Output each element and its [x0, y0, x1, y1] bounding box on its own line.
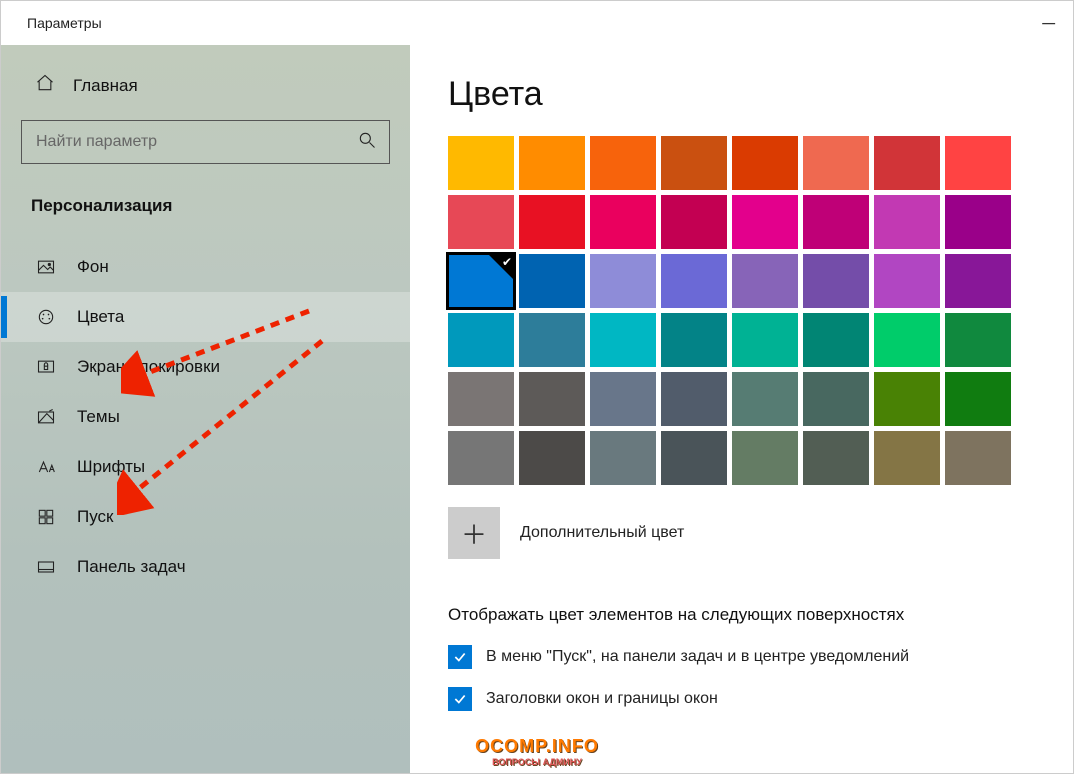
sidebar-item-taskbar[interactable]: Панель задач: [1, 542, 410, 592]
color-swatch[interactable]: [448, 313, 514, 367]
color-swatch[interactable]: [874, 195, 940, 249]
lockscreen-icon: [35, 356, 57, 378]
color-swatch[interactable]: [874, 372, 940, 426]
color-swatch[interactable]: [945, 313, 1011, 367]
color-swatch[interactable]: [803, 254, 869, 308]
home-link[interactable]: Главная: [1, 67, 410, 120]
color-swatch[interactable]: [661, 136, 727, 190]
surface-option-label: В меню "Пуск", на панели задач и в центр…: [486, 648, 909, 666]
search-icon: [357, 130, 377, 155]
color-swatch[interactable]: [448, 372, 514, 426]
color-swatch[interactable]: [803, 372, 869, 426]
surface-option-label: Заголовки окон и границы окон: [486, 690, 718, 708]
color-swatch[interactable]: [590, 254, 656, 308]
sidebar: Главная Персонализация Фон Цвета Экран бло…: [1, 45, 410, 773]
color-swatch[interactable]: [945, 254, 1011, 308]
color-swatch[interactable]: [661, 254, 727, 308]
color-swatch[interactable]: [661, 195, 727, 249]
search-input[interactable]: [36, 133, 357, 151]
color-swatch[interactable]: [519, 254, 585, 308]
color-swatch[interactable]: [874, 431, 940, 485]
sidebar-item-label: Цвета: [77, 307, 124, 327]
color-swatch[interactable]: [945, 195, 1011, 249]
watermark: OCOMP.INFO ВОПРОСЫ АДМИНУ: [475, 736, 599, 767]
color-swatch[interactable]: [590, 136, 656, 190]
sidebar-item-label: Экран блокировки: [77, 357, 220, 377]
page-title: Цвета: [448, 75, 1043, 114]
color-swatch[interactable]: [448, 431, 514, 485]
background-icon: [35, 256, 57, 278]
color-swatch[interactable]: [590, 195, 656, 249]
color-swatch[interactable]: [590, 431, 656, 485]
color-swatch[interactable]: [519, 372, 585, 426]
color-grid: ✔: [448, 136, 1043, 485]
sidebar-item-fonts[interactable]: Шрифты: [1, 442, 410, 492]
color-swatch[interactable]: [874, 313, 940, 367]
custom-color-label: Дополнительный цвет: [520, 524, 684, 542]
color-swatch[interactable]: [732, 313, 798, 367]
color-swatch[interactable]: [448, 136, 514, 190]
color-swatch[interactable]: ✔: [448, 254, 514, 308]
color-swatch[interactable]: [590, 313, 656, 367]
sidebar-item-label: Пуск: [77, 507, 113, 527]
custom-color-row: ＋ Дополнительный цвет: [448, 507, 1043, 559]
color-swatch[interactable]: [945, 372, 1011, 426]
sidebar-item-background[interactable]: Фон: [1, 242, 410, 292]
sidebar-item-label: Панель задач: [77, 557, 186, 577]
color-swatch[interactable]: [945, 431, 1011, 485]
color-swatch[interactable]: [519, 431, 585, 485]
color-swatch[interactable]: [803, 431, 869, 485]
color-swatch[interactable]: [519, 195, 585, 249]
color-swatch[interactable]: [732, 136, 798, 190]
add-custom-color-button[interactable]: ＋: [448, 507, 500, 559]
plus-icon: ＋: [461, 515, 487, 552]
titlebar: Параметры ─: [1, 1, 1073, 45]
sidebar-item-start[interactable]: Пуск: [1, 492, 410, 542]
color-swatch[interactable]: [590, 372, 656, 426]
color-swatch[interactable]: [803, 195, 869, 249]
color-swatch[interactable]: [945, 136, 1011, 190]
section-heading: Персонализация: [1, 190, 410, 242]
color-swatch[interactable]: [732, 195, 798, 249]
minimize-button[interactable]: ─: [1042, 13, 1055, 34]
surface-option: В меню "Пуск", на панели задач и в центр…: [448, 645, 1043, 669]
sidebar-item-label: Шрифты: [77, 457, 145, 477]
surface-option: Заголовки окон и границы окон: [448, 687, 1043, 711]
fonts-icon: [35, 456, 57, 478]
surfaces-heading: Отображать цвет элементов на следующих п…: [448, 605, 1043, 625]
main-content: Цвета ✔ ＋ Дополнительный цвет Отображать…: [410, 45, 1073, 773]
home-icon: [35, 73, 55, 98]
color-swatch[interactable]: [732, 431, 798, 485]
color-swatch[interactable]: [661, 372, 727, 426]
sidebar-item-label: Темы: [77, 407, 120, 427]
checkbox[interactable]: [448, 687, 472, 711]
color-swatch[interactable]: [519, 313, 585, 367]
sidebar-item-lockscreen[interactable]: Экран блокировки: [1, 342, 410, 392]
sidebar-item-colors[interactable]: Цвета: [1, 292, 410, 342]
checkbox[interactable]: [448, 645, 472, 669]
sidebar-item-themes[interactable]: Темы: [1, 392, 410, 442]
color-swatch[interactable]: [519, 136, 585, 190]
color-swatch[interactable]: [874, 254, 940, 308]
color-swatch[interactable]: [803, 136, 869, 190]
sidebar-item-label: Фон: [77, 257, 109, 277]
window-title: Параметры: [27, 15, 102, 31]
taskbar-icon: [35, 556, 57, 578]
color-swatch[interactable]: [732, 254, 798, 308]
color-swatch[interactable]: [448, 195, 514, 249]
colors-icon: [35, 306, 57, 328]
color-swatch[interactable]: [732, 372, 798, 426]
home-label: Главная: [73, 76, 138, 96]
search-box[interactable]: [21, 120, 390, 164]
color-swatch[interactable]: [661, 431, 727, 485]
themes-icon: [35, 406, 57, 428]
color-swatch[interactable]: [874, 136, 940, 190]
window-controls: ─: [1042, 13, 1055, 34]
color-swatch[interactable]: [803, 313, 869, 367]
check-icon: ✔: [502, 255, 512, 269]
color-swatch[interactable]: [661, 313, 727, 367]
start-icon: [35, 506, 57, 528]
